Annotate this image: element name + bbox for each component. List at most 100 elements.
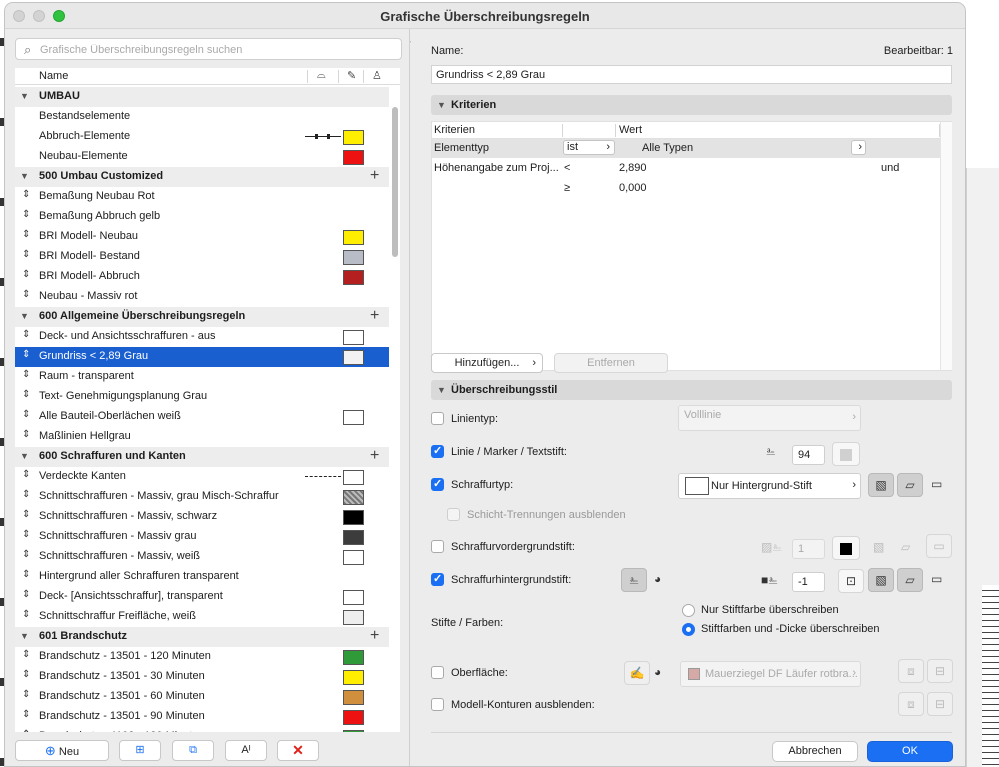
delete-button[interactable]: ✕ [277, 740, 319, 761]
drag-handle-icon[interactable]: ⇕ [22, 269, 30, 280]
disclosure-down-icon[interactable]: ▼ [20, 311, 29, 321]
model-contours-checkbox[interactable] [431, 698, 444, 711]
drag-handle-icon[interactable]: ⇕ [22, 529, 30, 540]
color-swatch[interactable] [343, 250, 364, 265]
surface-checkbox[interactable] [431, 666, 444, 679]
fill-bg-pen-checkbox[interactable] [431, 572, 444, 586]
remove-criteria-button[interactable]: Entfernen [554, 353, 668, 373]
drag-handle-icon[interactable]: ⇕ [22, 189, 30, 200]
color-swatch[interactable] [343, 590, 364, 605]
surface-brush-button[interactable]: ✍ [624, 661, 650, 685]
drag-handle-icon[interactable]: ⇕ [22, 469, 30, 480]
search-box[interactable]: ⌕ [15, 38, 402, 60]
list-item[interactable]: ⇕ Brandschutz - 4102 - 120 Minuten [15, 727, 389, 732]
color-swatch[interactable] [343, 270, 364, 285]
fg-pen-number-field[interactable]: 1 [792, 539, 825, 559]
contours-section-button[interactable]: ⊟ [927, 692, 953, 716]
fill-cut-button[interactable]: ▧ [868, 473, 894, 497]
list-item[interactable]: ⇕ Schnittschraffuren - Massiv, schwarz [15, 507, 389, 527]
pen-checkbox[interactable] [431, 444, 444, 458]
color-swatch[interactable] [343, 490, 364, 505]
cancel-button[interactable]: Abbrechen [772, 741, 858, 762]
new-folder-button[interactable]: ⊞ [119, 740, 161, 761]
drag-handle-icon[interactable]: ⇕ [22, 669, 30, 680]
drag-handle-icon[interactable]: ⇕ [22, 609, 30, 620]
list-item[interactable]: Bestandselemente [15, 107, 389, 127]
list-item[interactable]: ⇕ BRI Modell- Bestand [15, 247, 389, 267]
surface-select[interactable]: Mauerziegel DF Läufer rotbra... › [680, 661, 861, 687]
surface-section-button[interactable]: ⊟ [927, 659, 953, 683]
criteria-row[interactable]: Elementtyp ist › Alle Typen › [432, 139, 940, 158]
drag-handle-icon[interactable]: ⇕ [22, 589, 30, 600]
drag-handle-icon[interactable]: ⇕ [22, 389, 30, 400]
list-item[interactable]: ⇕ Raum - transparent [15, 367, 389, 387]
override-style-section-header[interactable]: ▼ Überschreibungsstil [431, 380, 952, 400]
operator-select[interactable]: ist › [563, 140, 615, 155]
list-item[interactable]: Abbruch-Elemente [15, 127, 389, 147]
fill-fg-pen-checkbox[interactable] [431, 540, 444, 553]
drag-handle-icon[interactable]: ⇕ [22, 249, 30, 260]
disclosure-down-icon[interactable]: ▼ [20, 451, 29, 461]
drag-handle-icon[interactable]: ⇕ [22, 349, 30, 360]
color-swatch[interactable] [343, 230, 364, 245]
bg-cut-button[interactable]: ▧ [868, 568, 894, 592]
filltype-select[interactable]: Nur Hintergrund-Stift › [678, 473, 861, 499]
new-rule-button[interactable]: ⊕ Neu [15, 740, 109, 761]
list-item[interactable]: ⇕ BRI Modell- Abbruch [15, 267, 389, 287]
value-select[interactable]: › [851, 140, 866, 155]
bg-pen-number-field[interactable]: -1 [792, 572, 825, 592]
drag-handle-icon[interactable]: ⇕ [22, 429, 30, 440]
list-item[interactable]: ⇕ Brandschutz - 13501 - 90 Minuten [15, 707, 389, 727]
disclosure-down-icon[interactable]: ▼ [20, 91, 29, 101]
bg-display-button[interactable]: ⊡ [838, 569, 864, 593]
disclosure-down-icon[interactable]: ▼ [20, 631, 29, 641]
contours-3d-button[interactable]: ⧈ [898, 692, 924, 716]
column-surface-icon[interactable]: ♙ [372, 69, 382, 82]
radio-pen-color-only[interactable] [682, 604, 695, 617]
list-item[interactable]: ⇕ Hintergrund aller Schraffuren transpare… [15, 567, 389, 587]
color-swatch[interactable] [343, 610, 364, 625]
linetype-checkbox[interactable] [431, 412, 444, 425]
rename-button[interactable]: Aᴵ [225, 740, 267, 761]
add-rule-icon[interactable]: + [370, 627, 379, 645]
drag-handle-icon[interactable]: ⇕ [22, 549, 30, 560]
column-name-header[interactable]: Name [39, 70, 68, 82]
list-group-header[interactable]: ▼ 601 Brandschutz + [15, 627, 389, 647]
list-item[interactable]: ⇕ Brandschutz - 13501 - 60 Minuten [15, 687, 389, 707]
list-item[interactable]: Neubau-Elemente [15, 147, 389, 167]
drag-handle-icon[interactable]: ⇕ [22, 289, 30, 300]
drag-handle-icon[interactable]: ⇕ [22, 209, 30, 220]
list-group-header[interactable]: ▼ 500 Umbau Customized + [15, 167, 389, 187]
list-item[interactable]: ⇕ Neubau - Massiv rot [15, 287, 389, 307]
bg-pen-mode-button[interactable]: ⎁ [621, 568, 647, 592]
fill-drafting-icon[interactable]: ▭ [931, 477, 942, 491]
color-wheel-icon[interactable]: ◕ [654, 572, 661, 586]
list-item[interactable]: ⇕ Deck- und Ansichtsschraffuren - aus [15, 327, 389, 347]
duplicate-button[interactable]: ⧉ [172, 740, 214, 761]
surface-3d-button[interactable]: ⧈ [898, 659, 924, 683]
list-item[interactable]: ⇕ Verdeckte Kanten [15, 467, 389, 487]
criteria-row[interactable]: Höhenangabe zum Proj... < 2,890 und [432, 159, 940, 178]
disclosure-down-icon[interactable]: ▼ [20, 171, 29, 181]
drag-handle-icon[interactable]: ⇕ [22, 689, 30, 700]
drag-handle-icon[interactable]: ⇕ [22, 229, 30, 240]
color-wheel-icon[interactable]: ◕ [654, 665, 661, 679]
list-scrollbar[interactable] [391, 87, 399, 732]
add-rule-icon[interactable]: + [370, 307, 379, 325]
color-swatch[interactable] [343, 350, 364, 365]
drag-handle-icon[interactable]: ⇕ [22, 649, 30, 660]
bg-cover-button[interactable]: ▱ [897, 568, 923, 592]
color-swatch[interactable] [343, 550, 364, 565]
list-item[interactable]: ⇕ Maßlinien Hellgrau [15, 427, 389, 447]
drag-handle-icon[interactable]: ⇕ [22, 329, 30, 340]
color-swatch[interactable] [343, 530, 364, 545]
column-fill-icon[interactable]: ⌓ [317, 69, 326, 82]
list-item[interactable]: ⇕ Bemaßung Abbruch gelb [15, 207, 389, 227]
pen-color-button[interactable] [832, 442, 860, 466]
fg-drafting-button[interactable]: ▭ [926, 534, 952, 558]
color-swatch[interactable] [343, 690, 364, 705]
list-scroll-thumb[interactable] [392, 107, 398, 257]
hide-separators-checkbox[interactable] [447, 508, 460, 521]
drag-handle-icon[interactable]: ⇕ [22, 569, 30, 580]
list-group-header[interactable]: ▼ UMBAU [15, 87, 389, 107]
